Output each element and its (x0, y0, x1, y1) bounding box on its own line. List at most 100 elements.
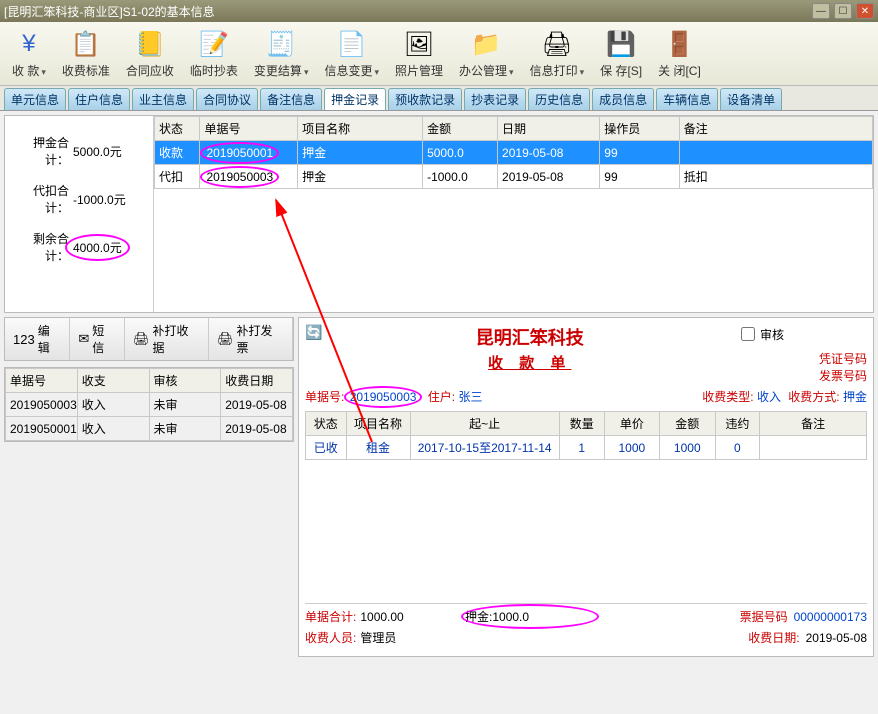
table-row[interactable]: 代扣2019050003押金-1000.02019-05-0899抵扣 (155, 165, 873, 189)
table-row[interactable]: 2019050003收入未审2019-05-08 (6, 393, 293, 417)
action-label: 编辑 (38, 322, 62, 356)
column-header[interactable]: 项目名称 (346, 412, 410, 436)
maximize-button[interactable]: ☐ (834, 3, 852, 19)
toolbar-9[interactable]: 💾 保 存[S] (596, 26, 646, 81)
tab-11[interactable]: 设备清单 (720, 88, 782, 110)
tab-8[interactable]: 历史信息 (528, 88, 590, 110)
total-value: 1000.00 (360, 610, 403, 624)
tab-3[interactable]: 合同协议 (196, 88, 258, 110)
audit-label: 审核 (760, 326, 784, 343)
action-bar: 123编辑✉短信🖨补打收据🖨补打发票 (4, 317, 294, 361)
table-cell: 2019050001 (200, 141, 298, 165)
tab-0[interactable]: 单元信息 (4, 88, 66, 110)
table-cell (760, 436, 867, 460)
toolbar-7[interactable]: 📁办公管理 (455, 26, 518, 81)
tab-9[interactable]: 成员信息 (592, 88, 654, 110)
table-cell: 5000.0 (423, 141, 498, 165)
toolbar-label: 收费标准 (62, 62, 110, 79)
tab-10[interactable]: 车辆信息 (656, 88, 718, 110)
document-list-grid: 单据号收支审核收费日期2019050003收入未审2019-05-0820190… (4, 367, 294, 442)
tab-4[interactable]: 备注信息 (260, 88, 322, 110)
toolbar-icon: 🖼 (403, 28, 435, 60)
column-header[interactable]: 审核 (149, 369, 221, 393)
column-header[interactable]: 起~止 (410, 412, 559, 436)
left-panel: 123编辑✉短信🖨补打收据🖨补打发票 单据号收支审核收费日期2019050003… (4, 317, 294, 657)
table-row[interactable]: 收款2019050001押金5000.02019-05-0899 (155, 141, 873, 165)
toolbar-icon: ¥ (13, 28, 45, 60)
audit-checkbox[interactable] (741, 327, 755, 341)
column-header[interactable]: 操作员 (600, 117, 680, 141)
toolbar-4[interactable]: 🧾变更结算 (250, 26, 313, 81)
deduct-total-value: -1000.0元 (69, 190, 130, 209)
tab-7[interactable]: 抄表记录 (464, 88, 526, 110)
table-row[interactable]: 已收租金2017-10-15至2017-11-141100010000 (306, 436, 867, 460)
deposit-label: 押金: (465, 608, 492, 625)
toolbar-8[interactable]: 🖨信息打印 (526, 26, 589, 81)
column-header[interactable]: 数量 (559, 412, 604, 436)
column-header[interactable]: 日期 (498, 117, 600, 141)
toolbar-icon: 💾 (605, 28, 637, 60)
toolbar-0[interactable]: ¥ 收 款 (8, 26, 50, 81)
table-row[interactable]: 2019050001收入未审2019-05-08 (6, 417, 293, 441)
deposit-total-label: 押金合计： (13, 134, 69, 168)
tab-2[interactable]: 业主信息 (132, 88, 194, 110)
column-header[interactable]: 备注 (760, 412, 867, 436)
toolbar-label: 合同应收 (126, 62, 174, 79)
paymode-value: 押金 (843, 390, 867, 404)
toolbar-label: 信息变更 (324, 62, 379, 79)
action-0[interactable]: 123编辑 (5, 318, 70, 360)
tab-strip: 单元信息住户信息业主信息合同协议备注信息押金记录预收款记录抄表记录历史信息成员信… (0, 86, 878, 111)
clerk-value: 管理员 (360, 629, 396, 646)
table-cell: 1 (559, 436, 604, 460)
column-header[interactable]: 状态 (155, 117, 200, 141)
fee-date-label: 收费日期: (748, 629, 799, 646)
column-header[interactable]: 单据号 (200, 117, 298, 141)
action-icon: 123 (13, 332, 35, 347)
receipt-items-grid: 状态项目名称起~止数量单价金额违约备注已收租金2017-10-15至2017-1… (305, 411, 867, 460)
column-header[interactable]: 单价 (604, 412, 659, 436)
doc-no-label: 单据号: (305, 390, 344, 404)
column-header[interactable]: 违约 (715, 412, 760, 436)
action-1[interactable]: ✉短信 (70, 318, 125, 360)
tab-6[interactable]: 预收款记录 (388, 88, 462, 110)
toolbar-10[interactable]: 🚪关 闭[C] (654, 26, 705, 81)
toolbar-icon: 📁 (470, 28, 502, 60)
column-header[interactable]: 单据号 (6, 369, 78, 393)
column-header[interactable]: 金额 (423, 117, 498, 141)
toolbar-label: 收 款 (12, 62, 46, 79)
toolbar-icon: 📋 (70, 28, 102, 60)
toolbar-label: 临时抄表 (190, 62, 238, 79)
window-title: [昆明汇笨科技-商业区]S1-02的基本信息 (4, 3, 215, 20)
table-cell: -1000.0 (423, 165, 498, 189)
tab-1[interactable]: 住户信息 (68, 88, 130, 110)
remain-total-label: 剩余合计： (13, 230, 69, 264)
column-header[interactable]: 状态 (306, 412, 347, 436)
close-button[interactable]: ✕ (856, 3, 874, 19)
action-3[interactable]: 🖨补打发票 (209, 318, 293, 360)
table-cell: 未审 (149, 417, 221, 441)
toolbar-2[interactable]: 📒合同应收 (122, 26, 178, 81)
refresh-icon[interactable]: 🔄 (305, 324, 322, 341)
doc-no-value: 2019050003 (348, 390, 419, 404)
action-label: 短信 (92, 322, 116, 356)
column-header[interactable]: 金额 (660, 412, 715, 436)
toolbar-label: 保 存[S] (600, 62, 642, 79)
column-header[interactable]: 备注 (679, 117, 872, 141)
tab-5[interactable]: 押金记录 (324, 88, 386, 110)
fee-date-value: 2019-05-08 (806, 631, 867, 645)
action-2[interactable]: 🖨补打收据 (125, 318, 209, 360)
toolbar-5[interactable]: 📄信息变更 (320, 26, 383, 81)
minimize-button[interactable]: — (812, 3, 830, 19)
column-header[interactable]: 项目名称 (298, 117, 423, 141)
toolbar-6[interactable]: 🖼照片管理 (391, 26, 447, 81)
title-bar: [昆明汇笨科技-商业区]S1-02的基本信息 — ☐ ✕ (0, 0, 878, 22)
table-cell: 1000 (660, 436, 715, 460)
column-header[interactable]: 收费日期 (221, 369, 293, 393)
toolbar-3[interactable]: 📝临时抄表 (186, 26, 242, 81)
table-cell: 未审 (149, 393, 221, 417)
toolbar-1[interactable]: 📋 收费标准 (58, 26, 114, 81)
table-cell: 收入 (77, 393, 149, 417)
column-header[interactable]: 收支 (77, 369, 149, 393)
table-cell: 租金 (346, 436, 410, 460)
table-cell: 2019050003 (200, 165, 298, 189)
